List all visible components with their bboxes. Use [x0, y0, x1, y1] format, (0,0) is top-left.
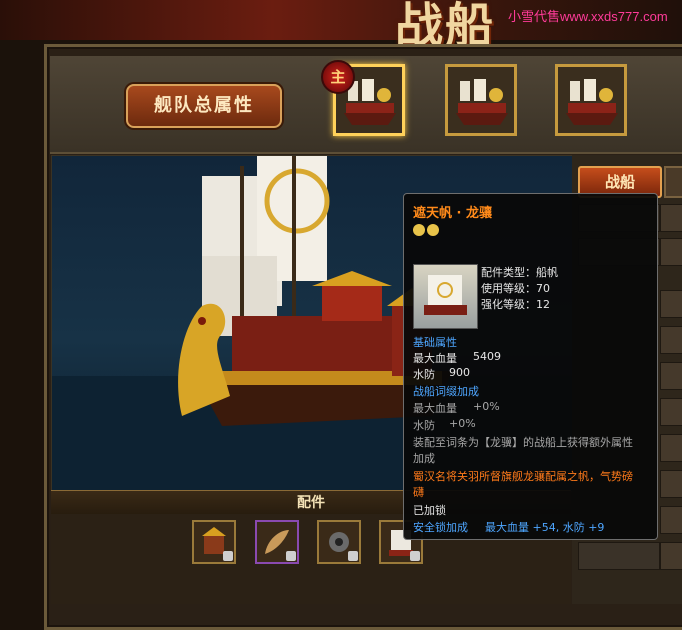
- part-slot-2[interactable]: [255, 520, 299, 564]
- lore-text: 蜀汉名将关羽所督旗舰龙骧配属之帆，气势磅: [413, 470, 633, 483]
- enhance-level: 强化等级：12: [481, 298, 550, 311]
- smile-icon: [427, 224, 439, 236]
- max-hp-value: 5409: [473, 350, 501, 363]
- ship-slot-3[interactable]: [555, 64, 627, 136]
- dragon-ship-icon: [456, 79, 508, 125]
- list-item[interactable]: [660, 362, 682, 390]
- lock-icon: [410, 551, 420, 561]
- list-item[interactable]: [660, 204, 682, 232]
- smile-icon: [413, 224, 425, 236]
- list-item[interactable]: [578, 542, 660, 570]
- affix-hp-label: 最大血量: [413, 402, 457, 415]
- list-item[interactable]: [660, 326, 682, 354]
- affix-note: 装配至词条为【龙骥】的战船上获得额外属性: [413, 436, 633, 449]
- affix-note-cont: 加成: [413, 452, 435, 465]
- affix-water-label: 水防: [413, 419, 435, 432]
- item-tooltip: 遮天帆 · 龙骧 配件类型：船帆 使用等级：70 强化等级：12 基础属性 最大…: [403, 193, 658, 540]
- watermark: 小雪代售www.xxds777.com: [508, 9, 668, 24]
- max-hp-label: 最大血量: [413, 352, 457, 365]
- sail-icon: [424, 275, 467, 315]
- part-slot-3[interactable]: [317, 520, 361, 564]
- main-ship-badge: 主: [321, 60, 355, 94]
- quality-faces: [413, 223, 441, 236]
- lock-icon: [348, 551, 358, 561]
- lock-icon: [286, 551, 296, 561]
- affix-water-value: +0%: [449, 417, 476, 430]
- item-name: 遮天帆 · 龙骧: [413, 206, 492, 221]
- list-item[interactable]: [660, 506, 682, 534]
- list-item[interactable]: [660, 434, 682, 462]
- ship-slot-2[interactable]: [445, 64, 517, 136]
- lock-bonus-label: 安全锁加成: [413, 521, 468, 534]
- list-item[interactable]: [660, 470, 682, 498]
- fleet-total-attributes-button[interactable]: 舰队总属性: [126, 84, 282, 128]
- list-item[interactable]: [660, 398, 682, 426]
- part-slot-1[interactable]: [192, 520, 236, 564]
- water-def-label: 水防: [413, 368, 435, 381]
- basic-attr-header: 基础属性: [413, 336, 457, 349]
- dragon-ship-icon: [566, 79, 618, 125]
- list-item[interactable]: [660, 238, 682, 266]
- lore-text-cont: 礴: [413, 486, 424, 499]
- item-type: 配件类型：船帆: [481, 266, 558, 279]
- tab-secondary[interactable]: [664, 166, 682, 198]
- list-item[interactable]: [660, 290, 682, 318]
- parts-title: 配件: [297, 495, 325, 511]
- use-level: 使用等级：70: [481, 282, 550, 295]
- affix-hp-value: +0%: [473, 400, 500, 413]
- sail-item-image: [413, 264, 478, 329]
- locked-status: 已加锁: [413, 504, 446, 517]
- affix-header: 战船词缀加成: [413, 385, 479, 398]
- water-def-value: 900: [449, 366, 470, 379]
- lock-bonus-value: 最大血量 +54, 水防 +9: [485, 521, 605, 534]
- list-item[interactable]: [660, 542, 682, 570]
- lock-icon: [223, 551, 233, 561]
